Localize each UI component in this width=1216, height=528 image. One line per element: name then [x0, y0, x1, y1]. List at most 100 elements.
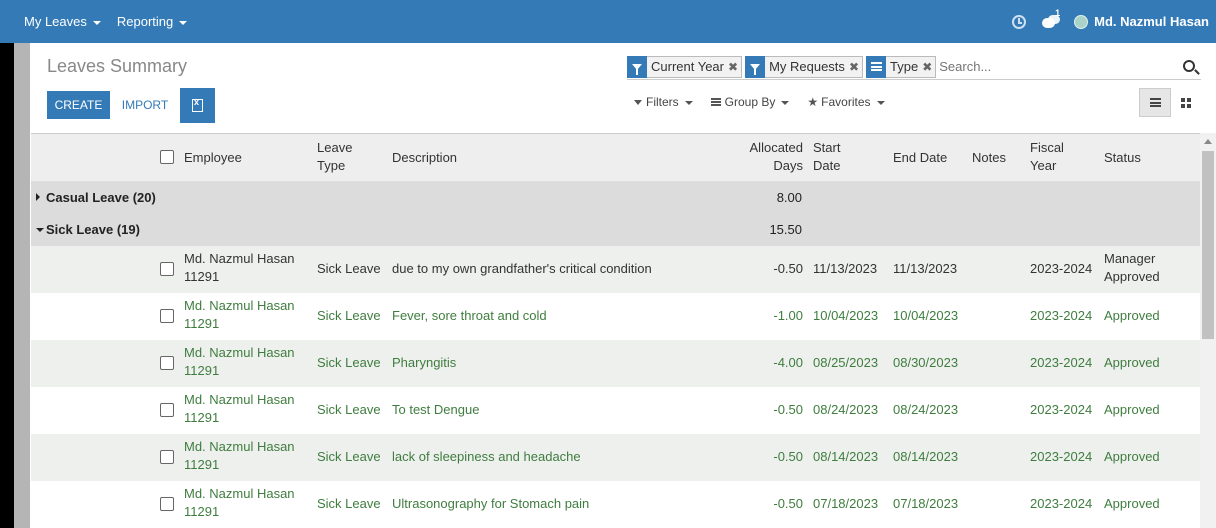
activity-clock-icon[interactable]: [1012, 14, 1027, 29]
search-icon[interactable]: [1183, 60, 1195, 72]
employee-id: 11291: [184, 269, 220, 284]
cell-employee: Md. Nazmul Hasan 11291: [184, 485, 295, 521]
row-checkbox[interactable]: [160, 497, 174, 511]
row-checkbox[interactable]: [160, 309, 174, 323]
col-description[interactable]: Description: [392, 149, 457, 167]
col-leave-type-line1: Leave: [317, 140, 353, 155]
favorites-label: Favorites: [821, 95, 871, 109]
groupby-facet-icon: [866, 55, 886, 78]
facet-label: My Requests: [769, 59, 845, 74]
messages-button[interactable]: 1: [1042, 8, 1060, 29]
cell-description: Pharyngitis: [392, 355, 457, 370]
search-input[interactable]: [939, 59, 1140, 74]
cell-end-date: 08/30/2023: [893, 355, 959, 370]
group-row-casual-leave[interactable]: Casual Leave (20) 8.00: [31, 182, 1200, 214]
facet-type[interactable]: Type ✖: [866, 55, 937, 78]
groupby-dropdown[interactable]: Group By: [710, 95, 790, 109]
cell-end-date: 08/24/2023: [893, 402, 959, 417]
cell-end-date: 10/04/2023: [893, 308, 959, 323]
row-checkbox[interactable]: [160, 403, 174, 417]
caret-down-icon: [684, 101, 693, 105]
col-end-date[interactable]: End Date: [893, 149, 947, 167]
col-notes[interactable]: Notes: [972, 149, 1006, 167]
col-start-date[interactable]: Start Date: [813, 139, 840, 175]
remove-facet-icon[interactable]: ✖: [728, 60, 741, 74]
cell-end-date: 08/14/2023: [893, 449, 959, 464]
col-leave-type[interactable]: Leave Type: [317, 139, 352, 175]
cell-employee: Md. Nazmul Hasan 11291: [184, 391, 295, 427]
table-row[interactable]: Md. Nazmul Hasan 11291 Sick Leave Fever, …: [31, 293, 1200, 340]
col-fiscal-line1: Fiscal: [1030, 140, 1064, 155]
employee-id: 11291: [184, 363, 220, 378]
employee-name: Md. Nazmul Hasan: [184, 345, 295, 360]
row-checkbox[interactable]: [160, 450, 174, 464]
vertical-scrollbar[interactable]: [1200, 133, 1216, 528]
cell-start-date: 10/04/2023: [813, 308, 879, 323]
cell-status: Approved: [1104, 402, 1160, 417]
cell-leave-type: Sick Leave: [317, 449, 381, 464]
cell-employee: Md. Nazmul Hasan 11291: [184, 344, 295, 380]
col-allocated-line2: Days: [773, 158, 803, 173]
cell-start-date: 08/24/2023: [813, 402, 879, 417]
col-start-line1: Start: [813, 140, 841, 155]
filters-label: Filters: [646, 95, 679, 109]
user-avatar[interactable]: [1074, 14, 1089, 29]
facet-current-year[interactable]: Current Year ✖: [627, 55, 743, 78]
cell-description: lack of sleepiness and headache: [392, 449, 581, 464]
facet-my-requests[interactable]: My Requests ✖: [745, 55, 863, 78]
cell-status: Approved: [1104, 308, 1160, 323]
col-employee[interactable]: Employee: [184, 149, 242, 167]
cell-end-date: 07/18/2023: [893, 496, 959, 511]
menu-my-leaves[interactable]: My Leaves: [24, 14, 101, 29]
table-row[interactable]: Md. Nazmul Hasan 11291 Sick Leave Ultraso…: [31, 481, 1200, 528]
status-line1: Manager: [1104, 251, 1156, 266]
import-button[interactable]: IMPORT: [118, 91, 172, 119]
col-allocated-days[interactable]: Allocated Days: [748, 139, 803, 175]
list-view-button[interactable]: [1139, 88, 1171, 117]
table-header: Employee Leave Type Description Allocate…: [31, 134, 1200, 182]
col-fiscal-year[interactable]: Fiscal Year: [1030, 139, 1064, 175]
menu-reporting[interactable]: Reporting: [116, 14, 188, 29]
funnel-icon: [750, 63, 761, 75]
cell-status: Approved: [1104, 496, 1160, 511]
employee-id: 11291: [184, 504, 220, 519]
cell-end-date: 11/13/2023: [893, 261, 958, 276]
star-icon: ★: [807, 95, 819, 109]
favorites-dropdown[interactable]: ★ Favorites: [807, 95, 885, 109]
group-row-sick-leave[interactable]: Sick Leave (19) 15.50: [31, 214, 1200, 246]
kanban-view-button[interactable]: [1174, 88, 1198, 117]
row-checkbox[interactable]: [160, 262, 174, 276]
scrollbar-thumb[interactable]: [1202, 151, 1214, 339]
employee-name: Md. Nazmul Hasan: [184, 251, 295, 266]
excel-file-icon: [192, 97, 203, 112]
cell-leave-type: Sick Leave: [317, 402, 381, 417]
export-xls-button[interactable]: [180, 88, 215, 123]
menu-reporting-label: Reporting: [116, 14, 174, 29]
table-row[interactable]: Md. Nazmul Hasan 11291 Sick Leave To test…: [31, 387, 1200, 434]
remove-facet-icon[interactable]: ✖: [849, 60, 862, 74]
cell-start-date: 08/14/2023: [813, 449, 879, 464]
cell-leave-type: Sick Leave: [317, 308, 381, 323]
filters-dropdown[interactable]: Filters: [634, 95, 693, 109]
employee-name: Md. Nazmul Hasan: [184, 392, 295, 407]
create-button[interactable]: CREATE: [47, 91, 110, 119]
user-menu[interactable]: Md. Nazmul Hasan: [1094, 14, 1209, 29]
remove-facet-icon[interactable]: ✖: [922, 60, 935, 74]
cell-employee: Md. Nazmul Hasan 11291: [184, 438, 295, 474]
table-row[interactable]: Md. Nazmul Hasan 11291 Sick Leave Pharyng…: [31, 340, 1200, 387]
cell-description: due to my own grandfather's critical con…: [392, 261, 652, 276]
cell-allocated-days: -0.50: [773, 402, 803, 417]
cell-employee: Md. Nazmul Hasan 11291: [184, 250, 295, 286]
row-checkbox[interactable]: [160, 356, 174, 370]
cell-description: To test Dengue: [392, 402, 480, 417]
status-line2: Approved: [1104, 269, 1160, 284]
search-options: Filters Group By ★ Favorites: [634, 95, 885, 109]
table-row[interactable]: Md. Nazmul Hasan 11291 Sick Leave due to …: [31, 246, 1200, 293]
select-all-checkbox[interactable]: [160, 150, 174, 164]
cell-employee: Md. Nazmul Hasan 11291: [184, 297, 295, 333]
employee-id: 11291: [184, 410, 220, 425]
col-status[interactable]: Status: [1104, 149, 1141, 167]
funnel-icon: [632, 63, 642, 75]
scroll-up-arrow-icon[interactable]: [1204, 139, 1212, 144]
table-row[interactable]: Md. Nazmul Hasan 11291 Sick Leave lack of…: [31, 434, 1200, 481]
